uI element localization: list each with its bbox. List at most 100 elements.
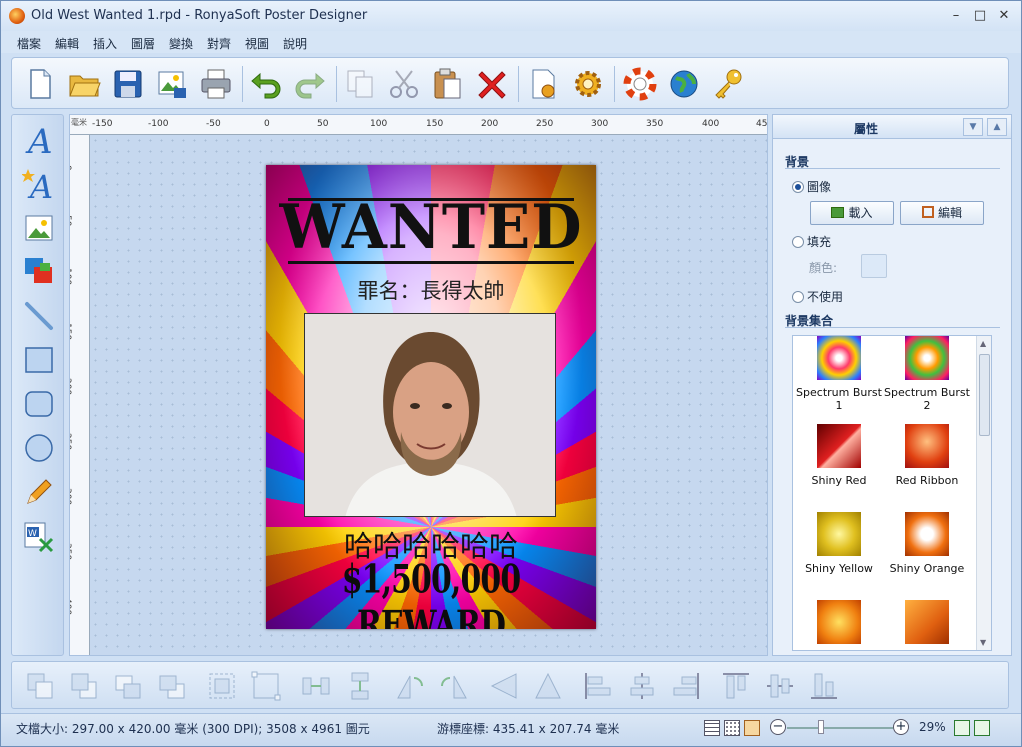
paste-icon[interactable]: [430, 66, 466, 102]
undo-icon[interactable]: [248, 66, 284, 102]
none-radio[interactable]: 不使用: [792, 288, 843, 305]
background-thumbnail: [905, 424, 949, 468]
background-item[interactable]: Shiny Red: [795, 424, 883, 487]
edit-button[interactable]: 編輯: [900, 201, 984, 225]
send-backward-icon[interactable]: [156, 670, 188, 702]
align-top-icon[interactable]: [720, 670, 752, 702]
load-button[interactable]: 載入: [810, 201, 894, 225]
flip-horizontal-icon[interactable]: [488, 670, 520, 702]
bring-forward-icon[interactable]: [112, 670, 144, 702]
ruler-tick: 400: [702, 119, 720, 129]
zoom-slider-thumb[interactable]: [818, 720, 824, 734]
settings-icon[interactable]: [570, 66, 606, 102]
background-name: Shiny Orange: [889, 562, 965, 575]
delete-icon[interactable]: [474, 66, 510, 102]
align-middle-icon[interactable]: [764, 670, 796, 702]
ruler-toggle-icon[interactable]: [744, 720, 760, 736]
pencil-icon[interactable]: [22, 475, 56, 509]
save-icon[interactable]: [110, 66, 146, 102]
menu-help[interactable]: 說明: [283, 35, 307, 52]
align-bottom-icon[interactable]: [808, 670, 840, 702]
menu-layer[interactable]: 圖層: [131, 35, 155, 52]
crop-icon: [921, 206, 934, 218]
ruler-tick: 50: [69, 215, 72, 227]
zoom-slider[interactable]: [787, 727, 893, 729]
zoom-in-button[interactable]: +: [893, 719, 909, 735]
rounded-rectangle-icon[interactable]: [22, 387, 56, 421]
dot-grid-icon[interactable]: [724, 720, 740, 736]
menu-transform[interactable]: 變換: [169, 35, 193, 52]
close-button[interactable]: ✕: [993, 6, 1015, 26]
menu-align[interactable]: 對齊: [207, 35, 231, 52]
background-item[interactable]: [795, 600, 883, 650]
open-folder-icon[interactable]: [66, 66, 102, 102]
distribute-horizontal-icon[interactable]: [300, 670, 332, 702]
status-bar: 文檔大小: 297.00 x 420.00 毫米 (300 DPI); 3508…: [1, 713, 1021, 746]
ungroup-icon[interactable]: [250, 670, 282, 702]
align-right-icon[interactable]: [670, 670, 702, 702]
background-item[interactable]: [883, 600, 971, 650]
rotate-right-icon[interactable]: [438, 670, 470, 702]
reward-text[interactable]: $1,500,000 REWARD: [286, 557, 576, 629]
menu-view[interactable]: 視圖: [245, 35, 269, 52]
print-icon[interactable]: [198, 66, 234, 102]
web-icon[interactable]: [666, 66, 702, 102]
grid-toggle-icon[interactable]: [704, 720, 720, 736]
rectangle-icon[interactable]: [22, 343, 56, 377]
text-icon[interactable]: A: [22, 122, 56, 162]
bring-to-front-icon[interactable]: [24, 670, 56, 702]
portrait-photo[interactable]: [304, 313, 556, 517]
chevron-down-icon[interactable]: ▼: [963, 118, 983, 136]
background-gallery[interactable]: Spectrum Burst 1 Spectrum Burst 2 Shiny …: [792, 335, 992, 651]
flip-vertical-icon[interactable]: [532, 670, 564, 702]
zoom-out-button[interactable]: −: [770, 719, 786, 735]
svg-text:A: A: [27, 168, 53, 201]
star-text-icon[interactable]: A: [21, 167, 56, 206]
export-image-icon[interactable]: [154, 66, 190, 102]
key-icon[interactable]: [710, 66, 746, 102]
page-setup-icon[interactable]: [526, 66, 562, 102]
scroll-down-icon[interactable]: ▼: [980, 638, 986, 647]
crime-text[interactable]: 罪名：長得太帥: [266, 275, 596, 305]
scroll-up-icon[interactable]: ▲: [980, 339, 986, 348]
design-canvas[interactable]: 毫米 -150 -100 -50 0 50 100 150 200 250 30…: [69, 114, 768, 656]
help-icon[interactable]: [622, 66, 658, 102]
distribute-vertical-icon[interactable]: [344, 670, 376, 702]
align-center-icon[interactable]: [626, 670, 658, 702]
send-to-back-icon[interactable]: [68, 670, 100, 702]
fit-width-icon[interactable]: [974, 720, 990, 736]
fit-page-icon[interactable]: [954, 720, 970, 736]
background-item[interactable]: Red Ribbon: [883, 424, 971, 487]
wanted-heading[interactable]: WANTED: [266, 191, 596, 262]
line-icon[interactable]: [22, 299, 56, 333]
rotate-left-icon[interactable]: [394, 670, 426, 702]
copy-icon[interactable]: [342, 66, 378, 102]
color-picker[interactable]: [861, 254, 887, 278]
maximize-button[interactable]: □: [969, 6, 991, 26]
image-icon[interactable]: [22, 211, 56, 245]
panel-header: 屬性 ▼ ▲: [773, 115, 1011, 139]
ellipse-icon[interactable]: [22, 431, 56, 465]
menu-insert[interactable]: 插入: [93, 35, 117, 52]
clipart-icon[interactable]: [22, 255, 56, 289]
background-item[interactable]: Shiny Orange: [883, 512, 971, 575]
align-left-icon[interactable]: [582, 670, 614, 702]
image-radio[interactable]: 圖像: [792, 178, 831, 195]
chevron-up-icon[interactable]: ▲: [987, 118, 1007, 136]
scrollbar-thumb[interactable]: [979, 354, 990, 436]
menu-file[interactable]: 檔案: [17, 35, 41, 52]
minimize-button[interactable]: –: [945, 6, 967, 26]
gallery-scrollbar[interactable]: ▲ ▼: [976, 336, 991, 650]
background-item[interactable]: Spectrum Burst 2: [883, 336, 971, 412]
word-art-icon[interactable]: W: [22, 519, 56, 553]
cut-icon[interactable]: [386, 66, 422, 102]
new-document-icon[interactable]: [22, 66, 58, 102]
fill-radio[interactable]: 填充: [792, 233, 831, 250]
cursor-position-text: 游標座標: 435.41 x 207.74 毫米: [437, 722, 620, 736]
background-item[interactable]: Spectrum Burst 1: [795, 336, 883, 412]
background-item[interactable]: Shiny Yellow: [795, 512, 883, 575]
poster-page[interactable]: WANTED 罪名：長得太帥 哈哈哈哈哈哈 $1,500,000 REWARD: [266, 165, 596, 629]
group-icon[interactable]: [206, 670, 238, 702]
redo-icon[interactable]: [292, 66, 328, 102]
menu-edit[interactable]: 編輯: [55, 35, 79, 52]
